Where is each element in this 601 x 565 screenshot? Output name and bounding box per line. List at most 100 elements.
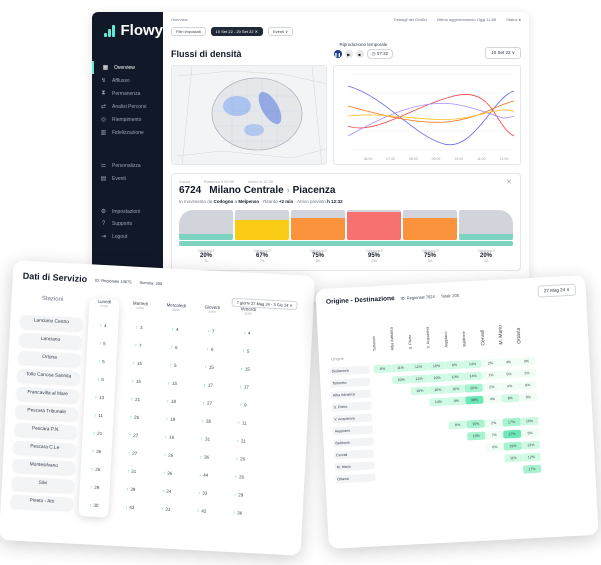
service-cell[interactable]: ↑ 17: [229, 380, 260, 395]
service-cell[interactable]: ↑ 7: [123, 338, 154, 353]
od-station-label[interactable]: Ottavia: [335, 472, 376, 483]
service-cell[interactable]: ↑ 36: [189, 450, 220, 465]
sidebar-item-impostazioni[interactable]: ⚙ Impostazioni: [92, 205, 163, 218]
service-cell[interactable]: ↑ 5: [231, 344, 262, 359]
service-cell[interactable]: ↑ 33: [187, 486, 218, 501]
station-label[interactable]: Pescara Tribunale: [15, 404, 78, 421]
od-cell[interactable]: 7%: [485, 430, 504, 440]
station-label[interactable]: Lanciano: [19, 332, 82, 349]
od-cell[interactable]: 8%: [445, 360, 464, 370]
sidebar-item-permanenza[interactable]: ⧗ Permanenza: [92, 87, 163, 100]
play-button[interactable]: ▶: [344, 50, 353, 58]
od-cell[interactable]: 12%: [409, 361, 428, 371]
service-cell[interactable]: ↑ 7: [196, 324, 227, 339]
station-label[interactable]: Francavilla al Mare: [16, 386, 79, 403]
od-station-label[interactable]: Cervali: [333, 448, 375, 459]
od-cell[interactable]: 2%: [484, 418, 503, 428]
service-cell[interactable]: ↑ 31: [116, 464, 147, 479]
close-icon[interactable]: ✕: [506, 178, 512, 186]
station-label[interactable]: Tollo Canosa Sannita: [17, 368, 80, 385]
stop-button[interactable]: ■: [355, 50, 364, 58]
od-cell[interactable]: 10%: [428, 385, 447, 394]
service-cell[interactable]: ↑ 11: [227, 416, 258, 431]
od-station-label[interactable]: V. Acquaviva: [331, 412, 373, 424]
service-cell[interactable]: ↑ 5: [87, 336, 118, 351]
station-label[interactable]: Pescara C.Le: [13, 440, 77, 457]
od-cell[interactable]: 6%: [518, 380, 537, 390]
od-cell[interactable]: 10%: [427, 361, 446, 370]
od-cell[interactable]: [432, 457, 450, 466]
playback-time[interactable]: ◷ 07:32: [366, 49, 394, 59]
service-cell[interactable]: ↑ 26: [225, 452, 256, 467]
od-cell[interactable]: [431, 433, 449, 442]
od-cell[interactable]: [376, 412, 394, 421]
station-label[interactable]: Pineto - Atri: [10, 494, 74, 511]
od-cell[interactable]: 4%: [499, 357, 518, 367]
od-cell[interactable]: 14%: [429, 396, 448, 406]
od-cell[interactable]: 10%: [392, 374, 411, 384]
od-cell[interactable]: [430, 409, 448, 418]
od-cell[interactable]: 10%: [427, 373, 447, 382]
od-cell[interactable]: 13%: [521, 440, 541, 450]
od-cell[interactable]: 1%: [481, 370, 501, 380]
od-cell[interactable]: [520, 404, 538, 413]
od-cell[interactable]: 10%: [520, 416, 539, 426]
od-cell[interactable]: [469, 467, 487, 476]
od-cell[interactable]: [412, 410, 430, 419]
station-label[interactable]: Lanciano Centro: [20, 314, 83, 331]
od-cell[interactable]: 10%: [445, 372, 465, 382]
od-cell[interactable]: [413, 422, 431, 431]
wagon-4[interactable]: [347, 210, 401, 240]
od-cell[interactable]: 10%: [410, 385, 430, 395]
od-cell[interactable]: [375, 400, 393, 409]
service-cell[interactable]: ↑ 6: [159, 340, 190, 355]
service-cell[interactable]: ↑ 15: [194, 360, 225, 375]
od-cell[interactable]: 8%: [373, 363, 392, 373]
od-cell[interactable]: 17%: [522, 464, 542, 474]
od-cell[interactable]: [395, 435, 413, 444]
od-cell[interactable]: [379, 472, 397, 481]
wagon-5[interactable]: [403, 210, 457, 240]
wagon-3[interactable]: [291, 210, 345, 240]
od-cell[interactable]: [395, 423, 413, 432]
sidebar-item-analisi-percorsi[interactable]: ⇄ Analisi Percorsi: [92, 100, 163, 113]
od-station-label[interactable]: Giulianova: [329, 365, 370, 376]
od-cell[interactable]: 5%: [499, 369, 519, 379]
density-map[interactable]: [171, 65, 327, 165]
od-cell[interactable]: [433, 469, 451, 478]
od-cell[interactable]: 4%: [483, 394, 502, 404]
od-cell[interactable]: 2%: [481, 358, 500, 368]
station-label[interactable]: Silvi: [11, 476, 75, 493]
od-cell[interactable]: [451, 468, 469, 477]
od-cell[interactable]: [468, 443, 486, 452]
service-cell[interactable]: ↑ 43: [114, 500, 145, 515]
service-cell[interactable]: ↑ 6: [195, 342, 226, 357]
od-cell[interactable]: [393, 399, 411, 408]
od-cell[interactable]: 38%: [465, 395, 484, 405]
service-cell[interactable]: ↑ 42: [186, 504, 217, 519]
od-cell[interactable]: [396, 459, 414, 468]
od-cell[interactable]: [484, 406, 502, 415]
service-cell[interactable]: ↑ 26: [224, 470, 255, 485]
service-cell[interactable]: ↑ 21: [120, 392, 151, 407]
service-cell[interactable]: ↑ 4: [88, 318, 119, 333]
date-select[interactable]: 10 Set 22 ∨: [485, 47, 521, 59]
service-cell[interactable]: ↑ 27: [117, 446, 148, 461]
service-cell[interactable]: ↑ 39: [115, 482, 146, 497]
service-cell[interactable]: ↑ 11: [83, 408, 114, 423]
od-cell[interactable]: [411, 398, 429, 407]
od-cell[interactable]: [505, 465, 523, 474]
sidebar-item-eventi[interactable]: ▤ Eventi: [92, 172, 163, 185]
app-logo[interactable]: Flowy: [104, 22, 163, 39]
od-cell[interactable]: [466, 407, 484, 416]
service-cell[interactable]: ↑ 26: [80, 462, 111, 477]
service-cell[interactable]: ↑ 27: [192, 396, 223, 411]
service-cell[interactable]: ↑ 27: [118, 428, 149, 443]
sidebar-item-riempimento[interactable]: ◎ Riempimento: [92, 113, 163, 126]
service-cell[interactable]: ↑ 36: [222, 506, 253, 521]
sidebar-item-fidelizzazione[interactable]: ▥ Fidelizzazione: [92, 126, 163, 139]
service-cell[interactable]: ↑ 25: [119, 410, 150, 425]
service-cell[interactable]: ↑ 24: [151, 484, 182, 499]
service-cell[interactable]: ↑ 5: [158, 358, 189, 373]
station-label[interactable]: Montesilvano: [12, 458, 76, 475]
